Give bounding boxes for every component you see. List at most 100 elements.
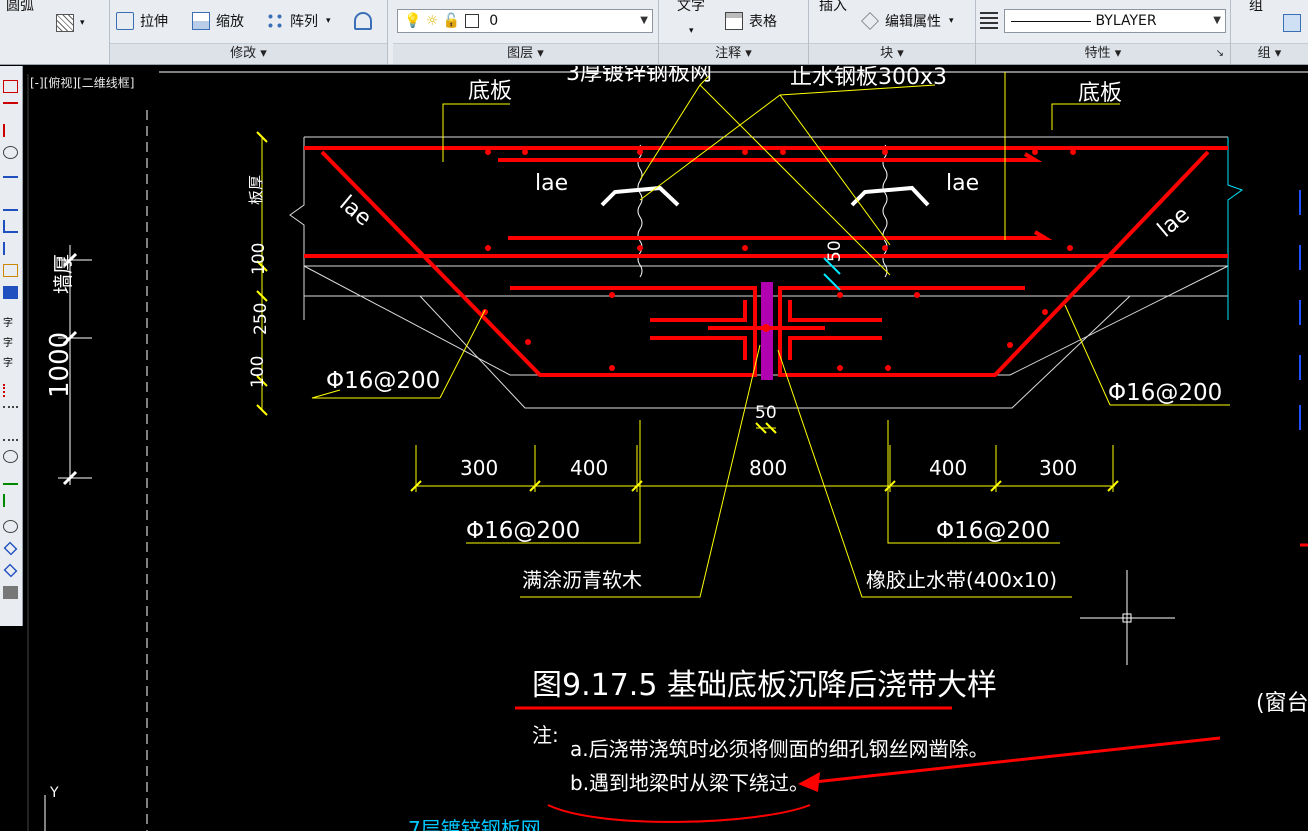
- left-stirrup-top: [650, 300, 747, 322]
- modify-panel-title[interactable]: 修改 ▾: [110, 43, 387, 64]
- lap-rebar-top: [498, 152, 1043, 162]
- note-b: b.遇到地梁时从梁下绕过。: [570, 771, 809, 795]
- notes-label: 注:: [532, 723, 559, 747]
- edit-attributes-icon: [861, 12, 879, 30]
- annotation-panel-title[interactable]: 注释 ▾: [659, 43, 808, 64]
- stretch-icon: [116, 12, 134, 30]
- drawing-text: 底板 底板 3厚镀锌钢板网 止水钢板300x3 lae lae lae lae …: [45, 66, 1308, 831]
- arc-button[interactable]: 圆弧: [6, 0, 34, 18]
- scale-button[interactable]: 缩放: [192, 8, 244, 34]
- dialog-launcher-icon[interactable]: ↘: [1216, 44, 1224, 64]
- copy-icon[interactable]: [3, 563, 18, 578]
- annotation-underline: [547, 804, 811, 823]
- rebar-label-bottom-right: Φ16@200: [936, 518, 1050, 544]
- dim-continue-icon[interactable]: [3, 198, 18, 211]
- dim-linear-icon[interactable]: [3, 80, 18, 93]
- viewport-label[interactable]: [-][俯视][二维线框]: [30, 74, 134, 91]
- linetype-value: BYLAYER: [1095, 13, 1157, 29]
- rebar-label-right: Φ16@200: [1108, 380, 1222, 406]
- dim-ordinate-icon[interactable]: [3, 124, 18, 137]
- label-plate-right: 底板: [1078, 81, 1122, 106]
- table-icon: [725, 12, 743, 30]
- rebar-label-left: Φ16@200: [326, 368, 440, 394]
- insert-label: 插入: [819, 0, 847, 14]
- text-edit-icon[interactable]: 字: [3, 334, 18, 349]
- layer-select[interactable]: 💡 ☼ 🔓 0 ▼: [397, 9, 653, 33]
- hatch-icon: [56, 14, 74, 32]
- lock-icon: 🔓: [442, 13, 461, 29]
- right-pit-rebar: [778, 150, 1210, 377]
- break-line-right: [1227, 137, 1244, 320]
- modify-panel: 拉伸 缩放 阵列 ▾ 修改 ▾: [110, 0, 388, 64]
- edit-attributes-button[interactable]: 编辑属性 ▾: [861, 8, 954, 34]
- chevron-down-icon: ▾: [949, 16, 954, 26]
- text-style-icon[interactable]: 字: [3, 314, 18, 329]
- hatch-button[interactable]: ▾: [56, 10, 85, 36]
- ribbon: 圆弧 ▾ 拉伸 缩放 阵列 ▾ 修改 ▾ 💡 ☼ 🔓 0 ▼ 图层 ▾ 文字 ▾…: [0, 0, 1308, 65]
- crosshair-icon: [1080, 570, 1175, 665]
- chevron-down-icon: ▾: [80, 18, 85, 28]
- left-stirrup-bottom: [650, 336, 747, 360]
- table-button[interactable]: 表格: [725, 8, 777, 34]
- dim-inspect-icon[interactable]: [3, 428, 18, 441]
- dim-h-300-left: 300: [460, 456, 498, 480]
- paste-icon[interactable]: [3, 586, 18, 599]
- explode-icon[interactable]: [3, 520, 18, 533]
- steel-plate-left: [600, 185, 680, 207]
- group-button[interactable]: 组: [1249, 0, 1263, 18]
- y-axis-label: Y: [49, 785, 59, 801]
- text-button[interactable]: 文字: [677, 0, 705, 18]
- move-icon[interactable]: [3, 541, 18, 556]
- lae-label-1: lae: [535, 171, 568, 196]
- lae-label-2: lae: [946, 171, 979, 196]
- detail-title: 图9.17.5 基础底板沉降后浇带大样: [532, 668, 997, 703]
- bottom-partial-label: 7层镀锌钢板网: [408, 817, 541, 831]
- dim-space-icon[interactable]: [3, 220, 18, 233]
- properties-panel-title[interactable]: 特性 ▾ ↘: [976, 43, 1230, 64]
- dim-tolerance-icon[interactable]: [3, 384, 18, 397]
- color-swatch-icon: [464, 14, 479, 28]
- leader-plate-left: [442, 103, 510, 162]
- dim-break-icon[interactable]: [3, 242, 18, 255]
- dim-baseline-icon[interactable]: [3, 176, 18, 189]
- note-a: a.后浇带浇筑时必须将侧面的细孔钢丝网凿除。: [570, 737, 989, 761]
- right-stirrup-bottom: [788, 336, 882, 360]
- offset-button[interactable]: [354, 8, 378, 34]
- text-table-icon[interactable]: 字: [3, 354, 18, 369]
- dim-v-250: 250: [251, 303, 271, 335]
- group-panel-title[interactable]: 组 ▾: [1231, 43, 1308, 64]
- stretch-button[interactable]: 拉伸: [116, 8, 168, 34]
- label-rubber-waterstop: 橡胶止水带(400x10): [866, 568, 1057, 592]
- chevron-down-icon: ▼: [1213, 15, 1221, 26]
- lae-label-3: lae: [334, 191, 375, 231]
- label-asphalt: 满涂沥青软木: [522, 568, 642, 592]
- dimension-toolbar: 字 字 字: [0, 66, 23, 626]
- drawing-canvas[interactable]: 底板 底板 3厚镀锌钢板网 止水钢板300x3 lae lae lae lae …: [0, 66, 1308, 831]
- bulb-icon: 💡: [404, 13, 422, 29]
- dim-angular-icon[interactable]: [3, 264, 18, 277]
- dim-50-horizontal: 50: [755, 403, 777, 423]
- insert-button[interactable]: 插入: [819, 0, 847, 18]
- dim-jog-icon[interactable]: [3, 406, 18, 419]
- dim-update-icon[interactable]: [3, 472, 18, 485]
- dim-50-vertical: 50: [825, 240, 845, 262]
- block-panel-title[interactable]: 块 ▾: [809, 43, 975, 64]
- dim-aligned-icon[interactable]: [3, 102, 18, 115]
- dim-center-icon[interactable]: [3, 286, 18, 299]
- dim-h-400-right: 400: [929, 456, 967, 480]
- scale-label: 缩放: [216, 14, 244, 30]
- stretch-label: 拉伸: [140, 14, 168, 30]
- dim-1000: 1000: [45, 332, 75, 398]
- dim-radius-icon[interactable]: [3, 146, 18, 159]
- label-thickness: 板厚: [247, 175, 265, 205]
- dim-v-100-top: 100: [249, 243, 269, 275]
- array-button[interactable]: 阵列 ▾: [266, 8, 331, 34]
- annotation-panel: 文字 ▾ 表格 注释 ▾: [659, 0, 809, 64]
- dim-diameter-icon[interactable]: [3, 450, 18, 463]
- linetype-select[interactable]: BYLAYER ▼: [1004, 9, 1226, 33]
- layers-panel-title[interactable]: 图层 ▾: [393, 43, 658, 64]
- draw-panel: 圆弧 ▾: [0, 0, 110, 64]
- group-select-icon: [1283, 14, 1301, 32]
- group-icon[interactable]: [1283, 10, 1307, 36]
- dim-override-icon[interactable]: [3, 494, 18, 507]
